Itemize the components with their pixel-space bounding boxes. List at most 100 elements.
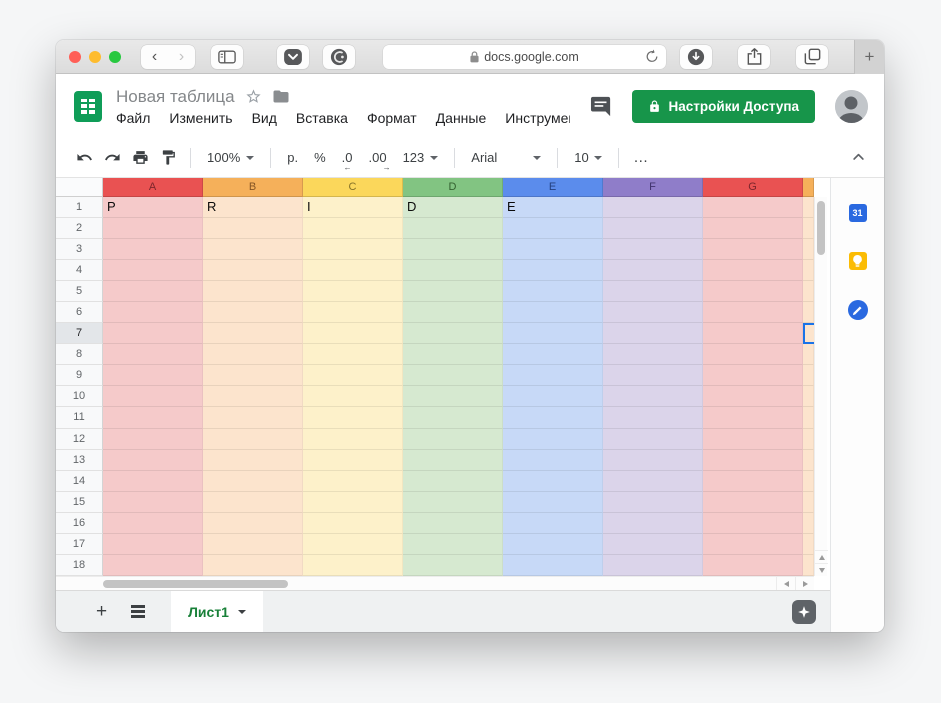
- cell-B7[interactable]: [203, 323, 303, 344]
- cell-B5[interactable]: [203, 281, 303, 302]
- cell-A17[interactable]: [103, 534, 203, 555]
- cell-H2[interactable]: [803, 218, 814, 239]
- avatar[interactable]: [835, 90, 868, 123]
- cell-F11[interactable]: [603, 407, 703, 428]
- cell-G5[interactable]: [703, 281, 803, 302]
- cell-D16[interactable]: [403, 513, 503, 534]
- select-all-corner[interactable]: [56, 178, 103, 197]
- cell-A8[interactable]: [103, 344, 203, 365]
- cell-C7[interactable]: [303, 323, 403, 344]
- cell-C12[interactable]: [303, 429, 403, 450]
- cell-D15[interactable]: [403, 492, 503, 513]
- cell-H16[interactable]: [803, 513, 814, 534]
- cell-A3[interactable]: [103, 239, 203, 260]
- cell-H18[interactable]: [803, 555, 814, 576]
- zoom-button[interactable]: [109, 51, 121, 63]
- column-header-A[interactable]: A: [103, 178, 203, 197]
- cell-H12[interactable]: [803, 429, 814, 450]
- cell-A13[interactable]: [103, 450, 203, 471]
- cell-C6[interactable]: [303, 302, 403, 323]
- cell-E4[interactable]: [503, 260, 603, 281]
- menu-tools[interactable]: Инструменты: [505, 110, 569, 126]
- cell-A9[interactable]: [103, 365, 203, 386]
- cell-E7[interactable]: [503, 323, 603, 344]
- star-icon[interactable]: [245, 88, 262, 105]
- minimize-button[interactable]: [89, 51, 101, 63]
- cell-B2[interactable]: [203, 218, 303, 239]
- cell-G7[interactable]: [703, 323, 803, 344]
- menu-file[interactable]: Файл: [116, 110, 150, 126]
- all-sheets-button[interactable]: [131, 605, 145, 618]
- cell-E12[interactable]: [503, 429, 603, 450]
- new-tab-button[interactable]: +: [854, 40, 884, 74]
- cell-C3[interactable]: [303, 239, 403, 260]
- cell-B10[interactable]: [203, 386, 303, 407]
- cell-G8[interactable]: [703, 344, 803, 365]
- cell-F18[interactable]: [603, 555, 703, 576]
- add-sheet-button[interactable]: +: [96, 601, 107, 623]
- reload-button[interactable]: [645, 49, 659, 69]
- number-format-menu[interactable]: 123: [395, 150, 447, 165]
- row-header-17[interactable]: 17: [56, 534, 103, 555]
- close-button[interactable]: [69, 51, 81, 63]
- cell-D17[interactable]: [403, 534, 503, 555]
- cell-E3[interactable]: [503, 239, 603, 260]
- more-tools-button[interactable]: …: [627, 149, 655, 166]
- cell-H10[interactable]: [803, 386, 814, 407]
- cell-F7[interactable]: [603, 323, 703, 344]
- scroll-down-button[interactable]: [815, 563, 828, 576]
- sheet-tab-active[interactable]: Лист1: [171, 591, 263, 633]
- collapse-panel-chevron[interactable]: ›: [855, 630, 861, 632]
- zoom-select[interactable]: 100%: [199, 150, 262, 165]
- cell-C4[interactable]: [303, 260, 403, 281]
- row-header-5[interactable]: 5: [56, 281, 103, 302]
- column-header-F[interactable]: F: [603, 178, 703, 197]
- row-header-16[interactable]: 16: [56, 513, 103, 534]
- forward-button[interactable]: ›: [168, 46, 195, 68]
- cell-E10[interactable]: [503, 386, 603, 407]
- row-header-9[interactable]: 9: [56, 365, 103, 386]
- cell-D5[interactable]: [403, 281, 503, 302]
- cell-B3[interactable]: [203, 239, 303, 260]
- cell-B17[interactable]: [203, 534, 303, 555]
- cell-F15[interactable]: [603, 492, 703, 513]
- cell-F13[interactable]: [603, 450, 703, 471]
- cell-G17[interactable]: [703, 534, 803, 555]
- cell-H4[interactable]: [803, 260, 814, 281]
- sheets-logo-icon[interactable]: [74, 91, 102, 122]
- comment-icon[interactable]: [590, 96, 612, 117]
- cell-E9[interactable]: [503, 365, 603, 386]
- cell-G12[interactable]: [703, 429, 803, 450]
- cell-B15[interactable]: [203, 492, 303, 513]
- cell-C5[interactable]: [303, 281, 403, 302]
- cell-C17[interactable]: [303, 534, 403, 555]
- cell-H14[interactable]: [803, 471, 814, 492]
- cell-F12[interactable]: [603, 429, 703, 450]
- move-folder-icon[interactable]: [272, 89, 290, 104]
- column-header-E[interactable]: E: [503, 178, 603, 197]
- scroll-left-button[interactable]: [776, 577, 795, 590]
- cell-D8[interactable]: [403, 344, 503, 365]
- cell-G1[interactable]: [703, 197, 803, 218]
- cell-B18[interactable]: [203, 555, 303, 576]
- cell-B11[interactable]: [203, 407, 303, 428]
- cell-B16[interactable]: [203, 513, 303, 534]
- menu-insert[interactable]: Вставка: [296, 110, 348, 126]
- pocket-extension-button[interactable]: [277, 45, 309, 69]
- cell-C18[interactable]: [303, 555, 403, 576]
- cell-G15[interactable]: [703, 492, 803, 513]
- cell-F5[interactable]: [603, 281, 703, 302]
- increase-decimal-button[interactable]: .00 →: [361, 150, 395, 165]
- cell-C15[interactable]: [303, 492, 403, 513]
- cell-E1[interactable]: E: [503, 197, 603, 218]
- cell-E6[interactable]: [503, 302, 603, 323]
- cell-B14[interactable]: [203, 471, 303, 492]
- cell-A2[interactable]: [103, 218, 203, 239]
- cell-A10[interactable]: [103, 386, 203, 407]
- downloads-button[interactable]: [680, 45, 712, 69]
- font-select[interactable]: Arial: [463, 150, 549, 165]
- share-button-browser[interactable]: [738, 45, 770, 69]
- cell-H17[interactable]: [803, 534, 814, 555]
- horizontal-scrollbar[interactable]: [56, 576, 814, 590]
- cell-F6[interactable]: [603, 302, 703, 323]
